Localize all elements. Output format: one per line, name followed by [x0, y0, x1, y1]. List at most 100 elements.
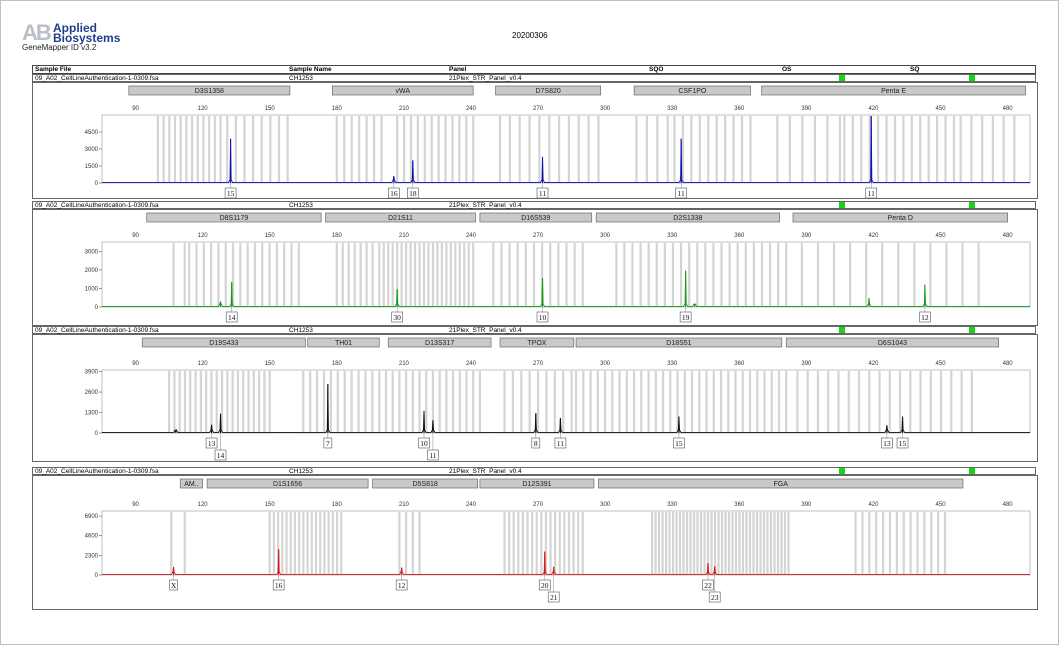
allele-bin	[190, 116, 194, 183]
marker-label: D19S433	[209, 340, 238, 347]
x-tick-label: 120	[198, 233, 209, 239]
x-tick-label: 210	[399, 361, 410, 367]
allele-bin	[970, 116, 973, 183]
allele-bin	[281, 512, 284, 575]
allele-bin	[666, 116, 669, 183]
allele-bin	[878, 371, 881, 433]
allele-bin	[712, 243, 715, 307]
allele-bin	[283, 243, 286, 307]
allele-bin	[939, 371, 943, 433]
x-tick-label: 90	[132, 361, 139, 367]
allele-bin	[449, 243, 452, 307]
allele-bin	[719, 371, 723, 433]
allele-bin	[310, 512, 313, 575]
allele-bin	[661, 371, 665, 433]
allele-bin	[364, 371, 367, 433]
allele-bin	[760, 243, 764, 307]
allele-bin	[970, 371, 973, 433]
allele-bin	[685, 512, 689, 575]
allele-bin	[357, 371, 360, 433]
allele-bin	[472, 116, 475, 183]
allele-bin	[243, 116, 246, 183]
allele-bin	[210, 243, 213, 307]
allele-call-label: 14	[217, 451, 225, 460]
allele-call-label: 11	[678, 189, 685, 198]
allele-bin	[847, 371, 850, 433]
allele-bin	[398, 371, 401, 433]
allele-bin	[696, 512, 699, 575]
allele-call-label: 14	[228, 313, 236, 322]
allele-bin	[689, 512, 692, 575]
allele-bin	[788, 116, 791, 183]
allele-bin	[625, 371, 628, 433]
sq-quality-flag	[969, 327, 975, 333]
allele-bin	[445, 243, 448, 307]
allele-bin	[777, 243, 780, 307]
allele-bin	[945, 243, 948, 307]
x-tick-label: 90	[132, 106, 139, 112]
x-tick-label: 330	[667, 106, 678, 112]
x-tick-label: 120	[198, 106, 209, 112]
allele-bin	[776, 116, 779, 183]
allele-bin	[319, 512, 322, 575]
allele-bin	[268, 512, 271, 575]
x-tick-label: 270	[533, 106, 544, 112]
allele-bin	[848, 243, 852, 307]
allele-bin	[654, 371, 657, 433]
marker-label: D1S1656	[273, 481, 302, 488]
allele-bin	[387, 243, 390, 307]
allele-bin	[943, 512, 947, 575]
x-tick-label: 330	[667, 361, 678, 367]
allele-bin	[570, 371, 573, 433]
allele-bin	[247, 371, 250, 433]
allele-bin	[275, 243, 278, 307]
allele-bin	[682, 512, 685, 575]
allele-bin	[535, 512, 538, 575]
marker-label: CSF1PO	[678, 88, 707, 95]
x-tick-label: 150	[265, 106, 276, 112]
allele-bin	[715, 116, 718, 183]
allele-bin	[290, 243, 293, 307]
allele-bin	[253, 243, 257, 307]
sample-file: 09_A02_CellLineAuthentication-1-0309.fsa	[35, 327, 159, 334]
allele-bin	[532, 243, 536, 307]
allele-bin	[936, 116, 939, 183]
allele-bin	[927, 116, 930, 183]
allele-bin	[655, 243, 658, 307]
allele-bin	[451, 371, 455, 433]
allele-bin	[183, 512, 186, 575]
y-tick-label: 1500	[85, 164, 99, 170]
allele-bin	[678, 512, 682, 575]
allele-bin	[656, 116, 659, 183]
allele-bin	[930, 512, 933, 575]
applied-biosystems-logo: AB Applied Biosystems	[22, 22, 120, 45]
allele-bin	[703, 512, 706, 575]
col-os: OS	[782, 66, 792, 73]
marker-label: vWA	[395, 88, 410, 95]
allele-bin	[596, 371, 599, 433]
allele-bin	[749, 116, 752, 183]
allele-bin	[577, 512, 580, 575]
x-tick-label: 450	[936, 361, 947, 367]
allele-bin	[472, 371, 475, 433]
electropherogram-blue: D3S1358 vWA D7S820 CSF1PO Penta E 90 120 150 180…	[32, 82, 1038, 199]
allele-bin	[168, 116, 171, 183]
allele-bin	[213, 116, 216, 183]
allele-bin	[378, 371, 381, 433]
allele-bin	[508, 243, 511, 307]
allele-bin	[581, 243, 584, 307]
allele-bin	[524, 243, 527, 307]
allele-bin	[888, 512, 892, 575]
allele-bin	[741, 512, 745, 575]
allele-call: 11	[865, 183, 878, 198]
col-sample-file: Sample File	[35, 66, 72, 73]
allele-call-label: 15	[675, 439, 683, 448]
allele-bin	[745, 512, 748, 575]
allele-bin	[681, 116, 685, 183]
x-tick-label: 210	[399, 106, 410, 112]
allele-bin	[671, 243, 675, 307]
allele-bin	[773, 512, 776, 575]
allele-call-label: 21	[550, 593, 558, 602]
marker-box: D19S433	[141, 337, 306, 348]
allele-bin	[705, 371, 708, 433]
